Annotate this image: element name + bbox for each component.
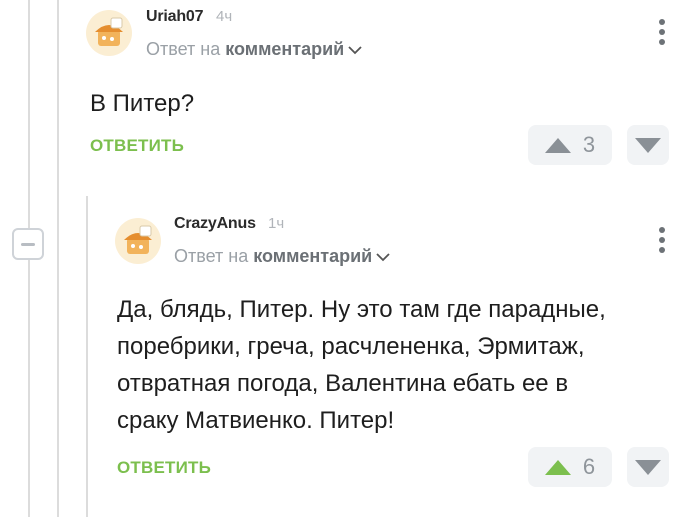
comment-text-line: Да, блядь, Питер. Ну это там где парадны… <box>117 296 606 323</box>
reply-to-target: комментарий <box>225 39 345 59</box>
reply-to-target: комментарий <box>253 246 373 266</box>
more-options-icon[interactable] <box>658 19 666 49</box>
upvote-arrow-icon <box>544 137 571 153</box>
reply-to-link[interactable]: Ответ на комментарий <box>174 246 390 267</box>
collapse-thread-button[interactable] <box>12 228 44 260</box>
comment-text-line: В Питер? <box>90 90 195 117</box>
reply-to-prefix: Ответ на <box>146 39 221 59</box>
comment-time: 4ч <box>216 8 233 25</box>
reply-to-link[interactable]: Ответ на комментарий <box>146 39 362 60</box>
avatar[interactable] <box>86 10 132 56</box>
thread-line-nested <box>86 196 88 517</box>
avatar[interactable] <box>115 218 161 264</box>
comment-text: В Питер? <box>90 85 194 122</box>
minus-icon <box>21 242 35 246</box>
chevron-down-icon <box>376 253 390 262</box>
thread-line-outer-lower <box>28 260 30 517</box>
comment-username[interactable]: CrazyAnus <box>174 215 256 233</box>
comment-text: Да, блядь, Питер. Ну это там где парадны… <box>117 291 606 439</box>
downvote-button[interactable] <box>627 125 669 165</box>
chevron-down-icon <box>348 46 362 55</box>
reply-to-prefix: Ответ на <box>174 246 249 266</box>
upvote-arrow-icon <box>544 459 571 475</box>
comment-time: 1ч <box>268 215 285 232</box>
reply-button[interactable]: ОТВЕТИТЬ <box>90 136 184 156</box>
comment-text-line: отвратная погода, Валентина ебать ее в <box>117 370 569 397</box>
upvote-button[interactable]: 3 <box>528 125 612 165</box>
reply-button[interactable]: ОТВЕТИТЬ <box>117 458 211 478</box>
downvote-arrow-icon <box>635 137 661 153</box>
comment-text-line: поребрики, греча, расчлененка, Эрмитаж, <box>117 333 585 360</box>
downvote-arrow-icon <box>635 459 661 475</box>
rating-count: 6 <box>582 454 596 479</box>
downvote-button[interactable] <box>627 447 669 487</box>
thread-line-outer <box>28 0 30 228</box>
upvote-button[interactable]: 6 <box>528 447 612 487</box>
more-options-icon[interactable] <box>658 227 666 257</box>
comment-text-line: сраку Матвиенко. Питер! <box>117 407 395 434</box>
comment-username[interactable]: Uriah07 <box>146 8 203 26</box>
thread-line-inner <box>57 0 59 517</box>
rating-count: 3 <box>582 132 596 157</box>
